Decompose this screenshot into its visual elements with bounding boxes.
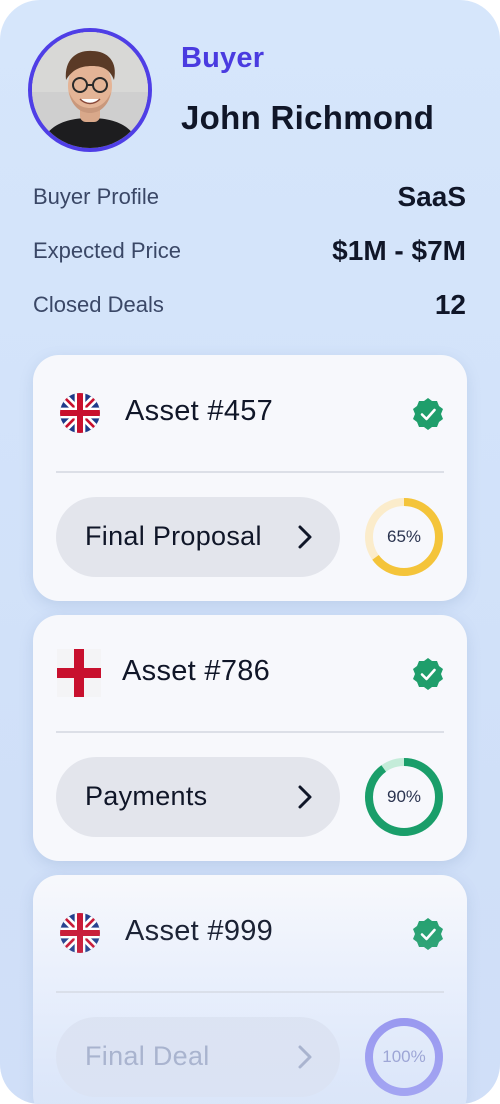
uk-flag-icon xyxy=(60,393,100,433)
uk-flag-icon xyxy=(60,913,100,953)
asset-card[interactable]: Asset #457 Final Proposal 65% xyxy=(33,355,467,601)
stat-value-closed-deals: 12 xyxy=(434,289,466,320)
asset-title: Asset #457 xyxy=(125,395,274,427)
role-label: Buyer xyxy=(181,42,265,74)
stage-button[interactable]: Final Proposal xyxy=(56,497,340,577)
stat-label-buyer-profile: Buyer Profile xyxy=(33,184,159,209)
asset-title: Asset #999 xyxy=(125,915,274,947)
chevron-right-icon xyxy=(296,524,314,550)
asset-card[interactable]: Asset #786 Payments 90% xyxy=(33,615,467,861)
divider xyxy=(56,731,444,733)
stat-value-buyer-profile: SaaS xyxy=(397,181,467,212)
stage-button[interactable]: Payments xyxy=(56,757,340,837)
chevron-right-icon xyxy=(296,784,314,810)
verified-check-icon xyxy=(411,917,445,951)
stat-label-expected-price: Expected Price xyxy=(33,238,181,263)
divider xyxy=(56,991,444,993)
avatar-photo xyxy=(32,32,148,148)
progress-label: 90% xyxy=(386,787,422,806)
stage-label: Final Deal xyxy=(85,1041,210,1071)
chevron-right-icon xyxy=(296,1044,314,1070)
progress-ring: 90% xyxy=(364,757,444,837)
england-flag-icon xyxy=(57,649,101,697)
avatar[interactable] xyxy=(28,28,152,152)
stage-label: Payments xyxy=(85,781,208,811)
asset-title: Asset #786 xyxy=(122,655,271,687)
stage-button[interactable]: Final Deal xyxy=(56,1017,340,1097)
verified-check-icon xyxy=(411,397,445,431)
buyer-name: John Richmond xyxy=(181,99,435,136)
verified-check-icon xyxy=(411,657,445,691)
progress-ring: 65% xyxy=(364,497,444,577)
divider xyxy=(56,471,444,473)
stage-label: Final Proposal xyxy=(85,521,262,551)
stat-label-closed-deals: Closed Deals xyxy=(33,292,164,317)
progress-label: 65% xyxy=(386,527,422,546)
stat-value-expected-price: $1M - $7M xyxy=(332,235,466,266)
buyer-card: Buyer John Richmond Buyer Profile SaaS E… xyxy=(0,0,500,1104)
asset-card[interactable]: Asset #999 Final Deal 100% xyxy=(33,875,467,1104)
progress-label: 100% xyxy=(382,1047,426,1066)
progress-ring: 100% xyxy=(364,1017,444,1097)
